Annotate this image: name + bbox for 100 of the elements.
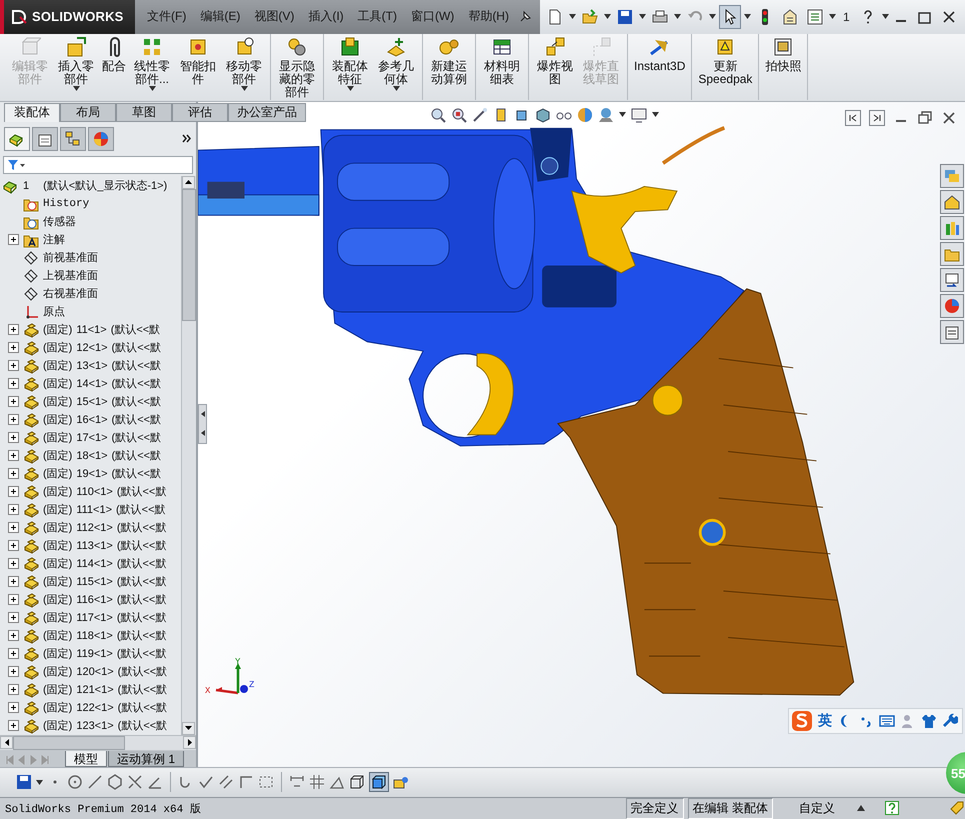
corner-icon[interactable] [238,774,254,790]
task-tab[interactable] [940,190,964,214]
mode-tab[interactable]: 布局 [60,102,116,122]
expand-icon[interactable] [8,468,19,480]
tree-row[interactable]: 右视基准面 [0,284,181,303]
tree-row[interactable]: (固定) 11<1> (默认<<默 [0,320,181,339]
previous-view-icon[interactable] [472,106,488,123]
tree-row[interactable]: (固定) 117<1> (默认<<默 [0,608,181,627]
expand-icon[interactable] [8,450,19,462]
trim-icon[interactable] [127,774,143,790]
new-document-icon[interactable] [547,8,563,25]
tree-row[interactable]: (固定) 113<1> (默认<<默 [0,536,181,555]
expand-icon[interactable] [8,522,19,534]
expand-icon[interactable] [8,486,19,498]
task-tab[interactable] [940,216,964,240]
expand-icon[interactable] [8,666,19,678]
save-icon[interactable] [16,774,32,790]
globe-icon[interactable] [577,106,593,123]
expand-icon[interactable] [8,594,19,606]
command-button[interactable]: 材料明细表 [479,34,525,100]
shaded-view-button[interactable] [369,772,389,792]
expand-icon[interactable] [8,414,19,426]
bottom-tab[interactable]: 模型 [65,750,107,767]
command-button[interactable]: 参考几何体 [373,34,419,100]
expand-icon[interactable] [8,234,19,246]
expand-icon[interactable] [8,378,19,390]
scroll-right-icon[interactable] [188,738,192,746]
tree-row[interactable]: (固定) 119<1> (默认<<默 [0,644,181,663]
expand-icon[interactable] [8,648,19,660]
print-icon[interactable] [652,8,668,25]
scene-icon[interactable] [598,106,614,123]
expand-icon[interactable] [8,432,19,444]
task-tab[interactable] [940,268,964,292]
mode-tab[interactable]: 办公室产品 [228,102,306,122]
expand-icon[interactable] [8,612,19,624]
tree-row[interactable]: 前视基准面 [0,248,181,267]
zoom-fit-icon[interactable] [430,106,446,123]
command-button[interactable]: 智能扣件 [175,34,221,100]
tree-row[interactable]: (固定) 16<1> (默认<<默 [0,410,181,429]
menu-item[interactable]: 视图(V) [248,6,300,28]
panel-tab[interactable] [4,126,30,151]
save-icon[interactable] [617,8,633,25]
expand-icon[interactable] [8,558,19,570]
menu-item[interactable]: 工具(T) [352,6,403,28]
close-icon[interactable] [941,8,957,25]
shaded-cube-icon[interactable] [535,106,551,123]
wrench-icon[interactable] [942,712,958,729]
parallel-lines-icon[interactable] [218,774,234,790]
wireframe-cube-icon[interactable] [349,774,365,790]
list-icon[interactable] [807,8,823,25]
command-button[interactable]: 更新Speedpak [695,34,756,100]
expand-icon[interactable] [8,702,19,714]
filter-field[interactable] [3,156,193,174]
units-selector[interactable]: 自定义 [777,800,857,817]
horizontal-scrollbar[interactable] [0,734,196,750]
tree-row[interactable]: (固定) 110<1> (默认<<默 [0,482,181,501]
bottom-tab[interactable]: 运动算例 1 [108,750,184,767]
expand-icon[interactable] [8,504,19,516]
expand-icon[interactable] [8,324,19,336]
task-tab[interactable] [940,242,964,266]
command-button[interactable]: 插入零部件 [53,34,99,100]
command-button[interactable]: 配合 [99,34,129,100]
expand-icon[interactable] [8,396,19,408]
polygon-icon[interactable] [107,774,123,790]
tree-row[interactable]: (固定) 123<1> (默认<<默 [0,716,181,735]
tree-row[interactable]: (固定) 12<1> (默认<<默 [0,338,181,357]
dotted-rect-icon[interactable] [258,774,274,790]
command-button[interactable]: 新建运动算例 [426,34,472,100]
tag-icon[interactable] [949,800,965,816]
scroll-up-icon[interactable] [185,180,192,184]
tree-row[interactable]: (固定) 18<1> (默认<<默 [0,446,181,465]
check-icon[interactable] [198,774,214,790]
tree-row[interactable]: 1 (默认<默认_显示状态-1>) [0,176,181,195]
menu-item[interactable]: 帮助(H) [462,6,515,28]
measure-icon[interactable] [393,774,409,790]
command-button[interactable]: Instant3D [631,34,688,100]
expand-icon[interactable] [8,720,19,732]
scroll-left-icon[interactable] [4,738,8,746]
command-button[interactable]: 拍快照 [762,34,804,100]
expand-icon[interactable] [8,342,19,354]
tree-row[interactable]: (固定) 114<1> (默认<<默 [0,554,181,573]
tree-row[interactable]: (固定) 13<1> (默认<<默 [0,356,181,375]
menu-item[interactable]: 文件(F) [141,6,192,28]
mode-tab[interactable]: 评估 [172,102,228,122]
shirt-icon[interactable] [921,712,937,729]
tree-row[interactable]: 传感器 [0,212,181,231]
tree-row[interactable]: (固定) 121<1> (默认<<默 [0,680,181,699]
line-icon[interactable] [87,774,103,790]
tree-row[interactable]: (固定) 14<1> (默认<<默 [0,374,181,393]
menu-item[interactable]: 插入(I) [302,6,350,28]
command-button[interactable]: 线性零部件... [129,34,175,100]
expand-icon[interactable] [8,360,19,372]
tree-row[interactable]: (固定) 111<1> (默认<<默 [0,500,181,519]
expand-icon[interactable] [8,576,19,588]
tree-row[interactable]: (固定) 120<1> (默认<<默 [0,662,181,681]
restore-icon[interactable] [917,110,933,126]
angle-icon[interactable] [329,774,345,790]
mode-tab[interactable]: 草图 [116,102,172,122]
tree-row[interactable]: (固定) 112<1> (默认<<默 [0,518,181,537]
tree-row[interactable]: (固定) 122<1> (默认<<默 [0,698,181,717]
